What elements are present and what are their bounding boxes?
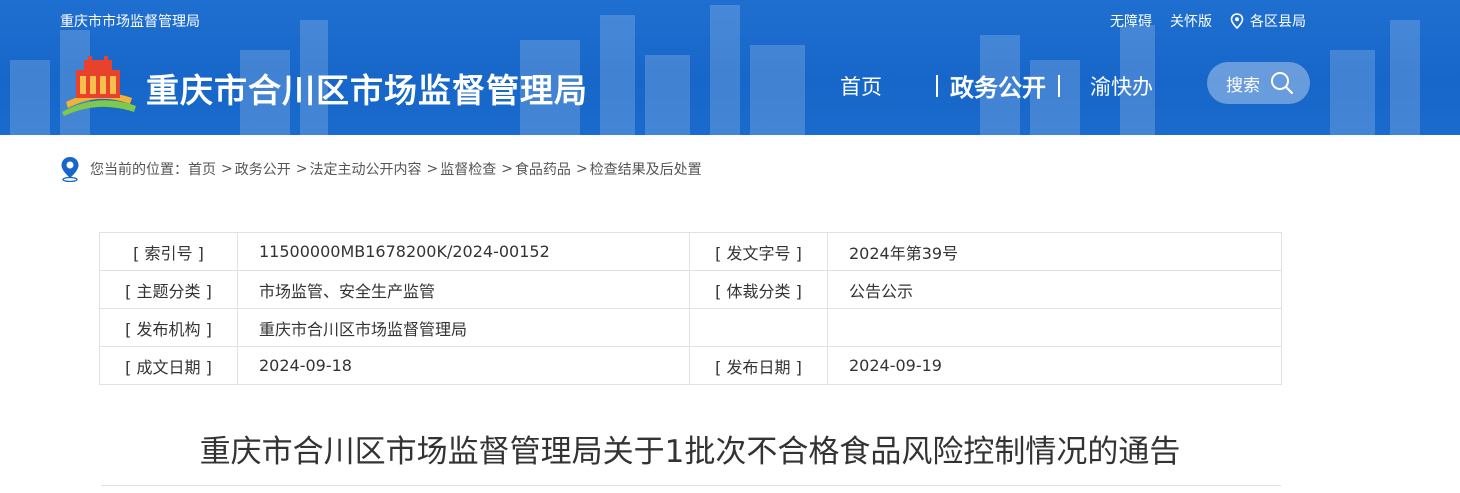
search-button[interactable]: 搜索 (1207, 62, 1310, 104)
nav-gov-open[interactable]: 政务公开 (950, 68, 1046, 103)
breadcrumb-separator: > (295, 161, 308, 177)
meta-label-topic: [ 主题分类 ] (99, 270, 238, 309)
breadcrumb-item-inspection[interactable]: 监督检查 (440, 159, 496, 179)
elderly-mode-link[interactable]: 关怀版 (1170, 11, 1212, 31)
site-logo[interactable] (58, 52, 138, 118)
meta-value-published: 2024-09-19 (827, 346, 1282, 385)
search-button-label: 搜索 (1226, 75, 1260, 96)
table-row: [ 主题分类 ] 市场监管、安全生产监管 [ 体裁分类 ] 公告公示 (99, 270, 1282, 309)
table-row: [ 索引号 ] 11500000MB1678200K/2024-00152 [ … (99, 232, 1282, 271)
main-nav: 首页 政务公开 渝快办 (840, 68, 1153, 103)
parent-site-link[interactable]: 重庆市市场监督管理局 (60, 11, 200, 31)
meta-label-genre: [ 体裁分类 ] (689, 270, 828, 309)
article-title: 重庆市合川区市场监督管理局关于1批次不合格食品风险控制情况的通告 (199, 434, 1181, 470)
table-row: [ 发布机构 ] 重庆市合川区市场监督管理局 (99, 308, 1282, 347)
location-pin-icon (61, 157, 79, 182)
title-divider (101, 485, 1281, 486)
nav-divider (1058, 74, 1060, 97)
nav-yu-kuai-ban[interactable]: 渝快办 (1090, 71, 1153, 101)
meta-label-published: [ 发布日期 ] (689, 346, 828, 385)
breadcrumb-separator: > (575, 161, 588, 177)
meta-label-created: [ 成文日期 ] (99, 346, 238, 385)
location-pin-icon (1230, 13, 1244, 29)
site-title[interactable]: 重庆市合川区市场监督管理局 (146, 64, 588, 112)
breadcrumb-item-food-drugs[interactable]: 食品药品 (515, 159, 571, 179)
meta-label-doc-no: [ 发文字号 ] (689, 232, 828, 271)
breadcrumb-separator: > (426, 161, 439, 177)
breadcrumb-item-results[interactable]: 检查结果及后处置 (590, 159, 702, 179)
breadcrumb-item-home[interactable]: 首页 (188, 159, 216, 179)
meta-value-created: 2024-09-18 (237, 346, 690, 385)
meta-empty-cell (689, 308, 828, 347)
top-utility-links: 无障碍 关怀版 各区县局 (1092, 11, 1306, 31)
meta-value-genre: 公告公示 (827, 270, 1282, 309)
meta-label-index-no: [ 索引号 ] (99, 232, 238, 271)
breadcrumb: 您当前的位置： 首页 > 政务公开 > 法定主动公开内容 > 监督检查 > 食品… (60, 156, 702, 182)
accessibility-link[interactable]: 无障碍 (1110, 11, 1152, 31)
nav-divider (936, 74, 938, 97)
breadcrumb-item-statutory-content[interactable]: 法定主动公开内容 (309, 159, 421, 179)
breadcrumb-separator: > (221, 161, 233, 177)
meta-value-doc-no: 2024年第39号 (827, 232, 1282, 271)
breadcrumb-separator: > (501, 161, 513, 177)
meta-empty-cell (827, 308, 1282, 347)
site-header: 重庆市市场监督管理局 无障碍 关怀版 各区县局 重庆市合川区市场监督管理局 首页… (0, 0, 1460, 135)
search-icon (1271, 72, 1294, 95)
districts-link-label: 各区县局 (1250, 14, 1306, 30)
nav-home[interactable]: 首页 (840, 71, 924, 101)
document-meta-table: [ 索引号 ] 11500000MB1678200K/2024-00152 [ … (99, 232, 1282, 385)
breadcrumb-prefix: 您当前的位置： (90, 162, 188, 178)
meta-value-index-no: 11500000MB1678200K/2024-00152 (237, 232, 690, 271)
meta-label-issuer: [ 发布机构 ] (99, 308, 238, 347)
table-row: [ 成文日期 ] 2024-09-18 [ 发布日期 ] 2024-09-19 (99, 346, 1282, 385)
meta-value-topic: 市场监管、安全生产监管 (237, 270, 690, 309)
meta-value-issuer: 重庆市合川区市场监督管理局 (237, 308, 690, 347)
districts-link[interactable]: 各区县局 (1230, 11, 1306, 31)
breadcrumb-item-gov-open[interactable]: 政务公开 (235, 159, 291, 179)
